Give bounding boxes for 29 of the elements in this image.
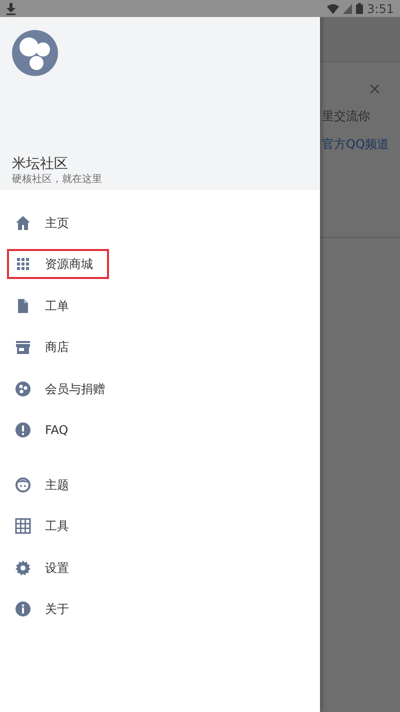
message-text: 里交流你 [322,108,370,125]
download-icon [6,2,16,14]
community-title: 米坛社区 [12,156,69,173]
drawer-item[interactable]: 会员与捐赠 [7,374,113,404]
clock-text: 3:51 [367,0,394,18]
apps-icon [15,256,31,272]
alert-icon [15,422,31,438]
document-icon [15,298,31,314]
drawer-item[interactable]: 商店 [7,332,77,362]
battery-icon [356,3,364,14]
drawer-item[interactable]: 工具 [7,511,77,542]
face-icon [15,476,31,493]
drawer-item[interactable]: 主页 [7,208,77,238]
signal-icon [343,4,352,14]
grid-icon [15,518,31,534]
community-slogan: 硬核社区，就在这里 [12,173,103,186]
store-icon [15,339,31,356]
settings-icon [15,560,31,576]
drawer-item[interactable]: 主题 [7,470,77,500]
drawer-item[interactable]: 资源商城 [7,249,109,280]
drawer-item[interactable]: 设置 [7,552,77,583]
drawer-item[interactable]: 工单 [7,290,77,321]
drawer-item[interactable]: FAQ [7,415,76,446]
info-icon [15,601,31,618]
home-icon [15,214,31,231]
wifi-icon [327,4,340,14]
drawer-item[interactable]: 关于 [7,594,77,624]
three-dots-icon [15,380,31,397]
logo-icon [12,30,58,76]
